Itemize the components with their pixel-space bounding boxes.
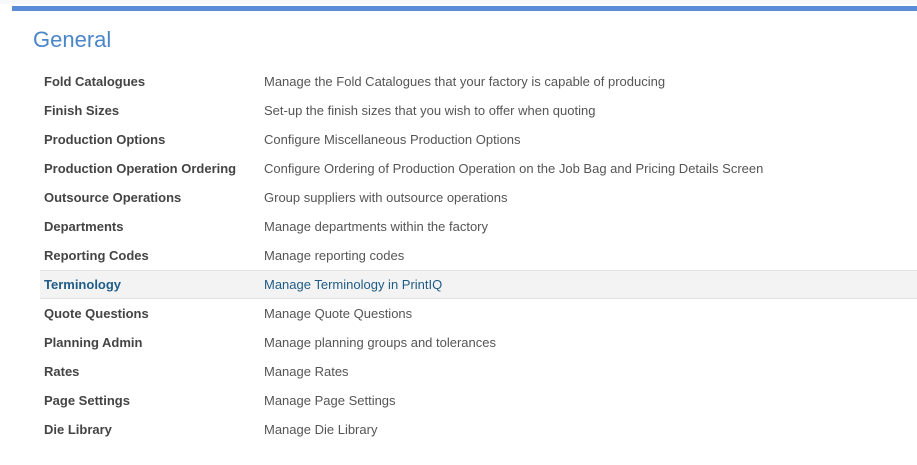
row-name[interactable]: Reporting Codes (40, 248, 264, 263)
settings-row-production-operation-ordering[interactable]: Production Operation Ordering Configure … (40, 154, 917, 183)
settings-row-quote-questions[interactable]: Quote Questions Manage Quote Questions (40, 299, 917, 328)
row-name[interactable]: Production Options (40, 132, 264, 147)
row-description: Manage planning groups and tolerances (264, 335, 497, 350)
row-name[interactable]: Production Operation Ordering (40, 161, 264, 176)
row-description: Manage Rates (264, 364, 349, 379)
row-description: Manage Terminology in PrintIQ (264, 277, 443, 292)
row-description: Manage the Fold Catalogues that your fac… (264, 74, 666, 89)
row-name[interactable]: Rates (40, 364, 264, 379)
settings-list: Fold Catalogues Manage the Fold Catalogu… (40, 67, 917, 444)
row-name[interactable]: Terminology (40, 277, 264, 292)
settings-row-rates[interactable]: Rates Manage Rates (40, 357, 917, 386)
row-description: Manage Quote Questions (264, 306, 413, 321)
row-description: Configure Ordering of Production Operati… (264, 161, 764, 176)
row-name[interactable]: Quote Questions (40, 306, 264, 321)
row-name[interactable]: Page Settings (40, 393, 264, 408)
row-name[interactable]: Fold Catalogues (40, 74, 264, 89)
settings-row-production-options[interactable]: Production Options Configure Miscellaneo… (40, 125, 917, 154)
row-description: Configure Miscellaneous Production Optio… (264, 132, 521, 147)
settings-row-terminology[interactable]: Terminology Manage Terminology in PrintI… (40, 270, 917, 299)
row-description: Manage reporting codes (264, 248, 405, 263)
row-description: Set-up the finish sizes that you wish to… (264, 103, 596, 118)
settings-row-finish-sizes[interactable]: Finish Sizes Set-up the finish sizes tha… (40, 96, 917, 125)
settings-row-planning-admin[interactable]: Planning Admin Manage planning groups an… (40, 328, 917, 357)
row-description: Manage Die Library (264, 422, 378, 437)
row-name[interactable]: Planning Admin (40, 335, 264, 350)
section-title: General (33, 27, 112, 52)
row-name[interactable]: Outsource Operations (40, 190, 264, 205)
row-description: Manage departments within the factory (264, 219, 489, 234)
settings-row-page-settings[interactable]: Page Settings Manage Page Settings (40, 386, 917, 415)
settings-row-fold-catalogues[interactable]: Fold Catalogues Manage the Fold Catalogu… (40, 67, 917, 96)
row-description: Group suppliers with outsource operation… (264, 190, 508, 205)
top-strip (0, 0, 917, 4)
settings-row-die-library[interactable]: Die Library Manage Die Library (40, 415, 917, 444)
settings-row-reporting-codes[interactable]: Reporting Codes Manage reporting codes (40, 241, 917, 270)
row-name[interactable]: Departments (40, 219, 264, 234)
row-name[interactable]: Die Library (40, 422, 264, 437)
row-name[interactable]: Finish Sizes (40, 103, 264, 118)
header-accent-bar (12, 6, 917, 11)
settings-row-departments[interactable]: Departments Manage departments within th… (40, 212, 917, 241)
settings-row-outsource-operations[interactable]: Outsource Operations Group suppliers wit… (40, 183, 917, 212)
row-description: Manage Page Settings (264, 393, 396, 408)
